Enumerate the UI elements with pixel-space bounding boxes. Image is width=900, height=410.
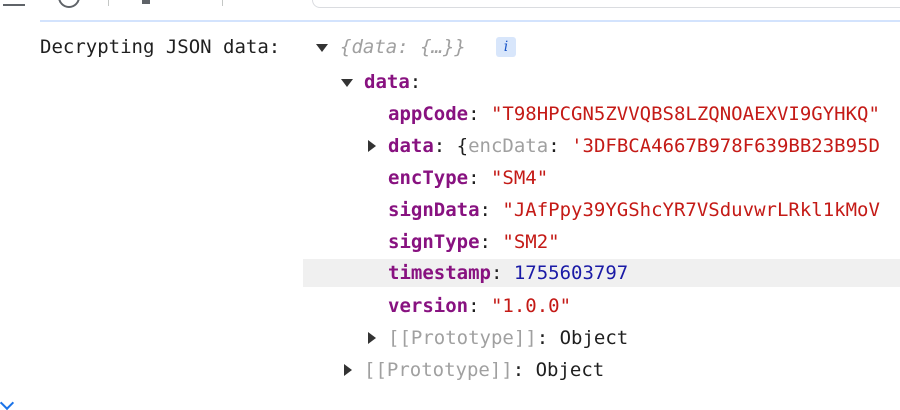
property-value: "SM4" bbox=[490, 167, 549, 189]
property-key: signData bbox=[388, 199, 480, 221]
preview-value: '3DFBCA4667B978F639BB23B95D bbox=[571, 135, 880, 157]
prompt-chevron-icon[interactable] bbox=[0, 395, 15, 410]
property-value: 1755603797 bbox=[513, 262, 629, 284]
property-key: version bbox=[388, 295, 469, 317]
property-key: [[Prototype]] bbox=[364, 359, 513, 381]
property-value: Object bbox=[559, 327, 629, 349]
filter-input[interactable] bbox=[312, 0, 900, 8]
property-key: encType bbox=[388, 167, 469, 189]
property-key: data bbox=[388, 135, 434, 157]
tree-node-signdata: signData: "JAfPpy39YGShcYR7VSduvwrLRkl1k… bbox=[388, 199, 880, 221]
tree-node-data[interactable]: data: bbox=[0, 68, 900, 96]
toolbar-border bbox=[40, 20, 900, 22]
tree-node-timestamp: timestamp: 1755603797 bbox=[303, 259, 900, 287]
context-selector[interactable] bbox=[142, 0, 150, 4]
log-label: Decrypting JSON data: bbox=[40, 36, 281, 58]
tree-node-signtype: signType: "SM2" bbox=[388, 231, 560, 253]
toolbar-divider bbox=[108, 0, 109, 6]
preview-key: encData bbox=[468, 135, 549, 157]
property-value: Object bbox=[535, 359, 605, 381]
info-icon[interactable]: i bbox=[496, 37, 516, 57]
tree-node-prototype-inner[interactable]: [[Prototype]]: Object bbox=[0, 324, 900, 352]
tree-node-prototype-outer[interactable]: [[Prototype]]: Object bbox=[0, 356, 900, 384]
property-key: signType bbox=[388, 231, 480, 253]
expand-triangle-down-icon[interactable] bbox=[316, 44, 328, 52]
expand-triangle-down-icon[interactable] bbox=[341, 79, 353, 87]
property-value: "SM2" bbox=[502, 231, 560, 253]
tree-node-nested-data[interactable]: data: {encData: '3DFBCA4667B978F639BB23B… bbox=[0, 132, 900, 160]
property-key: timestamp bbox=[388, 262, 491, 284]
clear-console-icon[interactable] bbox=[58, 0, 80, 8]
property-value: "1.0.0" bbox=[490, 295, 572, 317]
devtools-toolbar bbox=[0, 0, 900, 22]
tree-node-version: version: "1.0.0" bbox=[388, 295, 572, 317]
tree-node-enctype: encType: "SM4" bbox=[388, 167, 549, 189]
tree-node-appcode: appCode: "T98HPCGN5ZVVQBS8LZQNOAEXVI9GYH… bbox=[388, 103, 880, 125]
expand-triangle-right-icon[interactable] bbox=[368, 332, 376, 344]
toolbar-divider bbox=[222, 0, 223, 6]
property-value: "T98HPCGN5ZVVQBS8LZQNOAEXVI9GYHKQ" bbox=[490, 103, 880, 125]
property-key: [[Prototype]] bbox=[388, 327, 537, 349]
menu-icon[interactable] bbox=[3, 0, 25, 6]
console-message: Decrypting JSON data: {data: {…}} i bbox=[0, 33, 900, 61]
property-value: "JAfPpy39YGShcYR7VSduvwrLRkl1kMoV bbox=[502, 199, 880, 221]
property-key: data bbox=[364, 71, 410, 93]
object-preview[interactable]: {data: {…}} bbox=[340, 33, 466, 61]
expand-triangle-right-icon[interactable] bbox=[368, 140, 376, 152]
brace: { bbox=[456, 135, 469, 157]
expand-triangle-right-icon[interactable] bbox=[344, 364, 352, 376]
property-key: appCode bbox=[388, 103, 469, 125]
